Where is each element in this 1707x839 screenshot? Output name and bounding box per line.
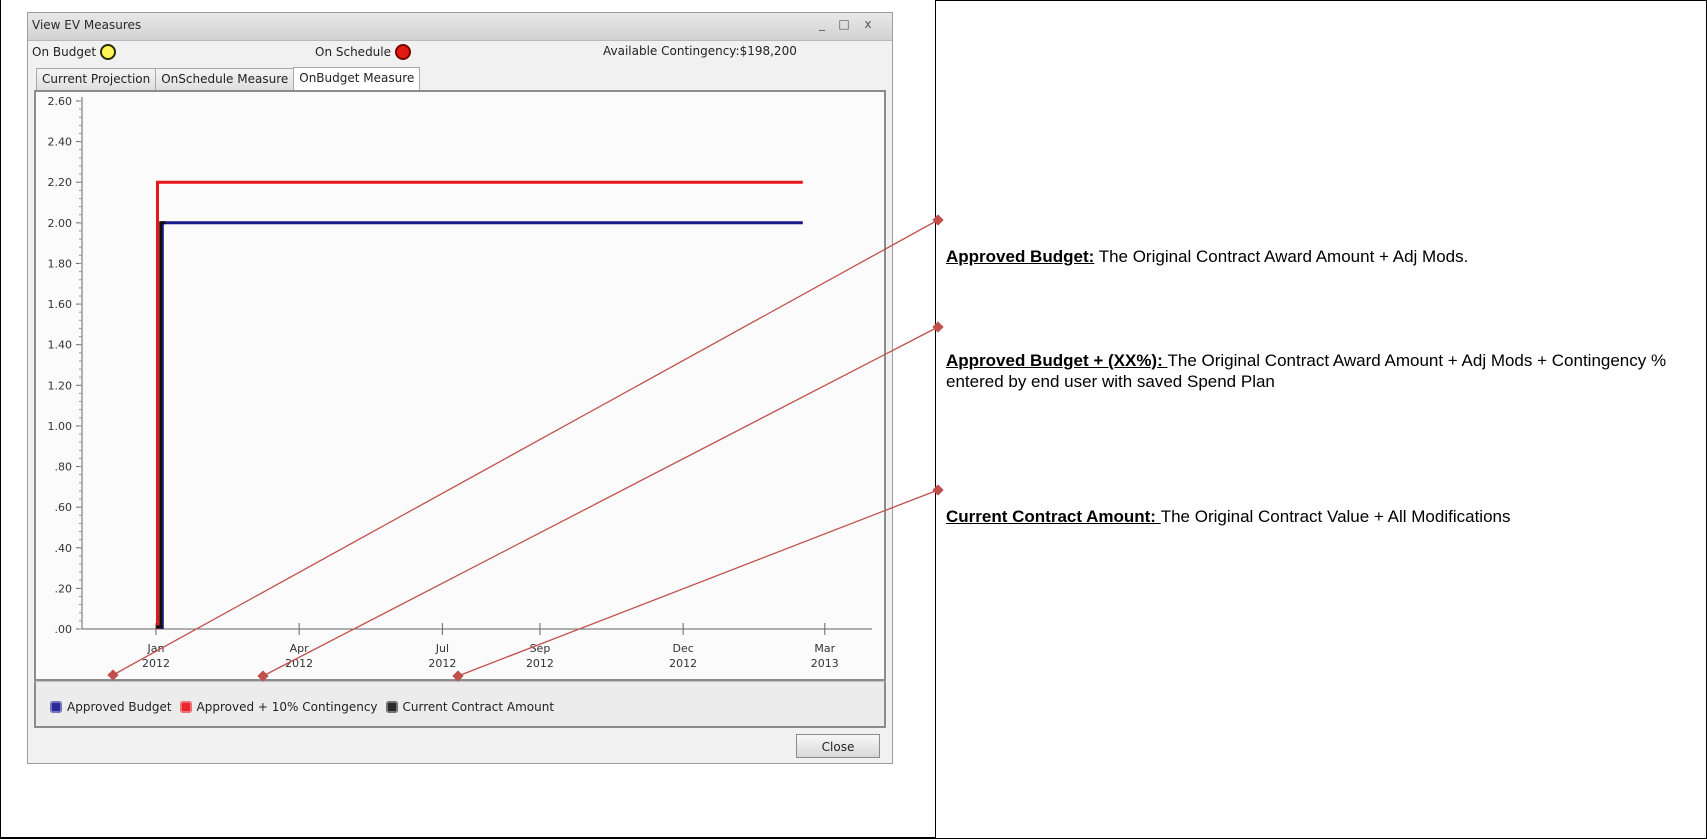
close-button[interactable]: Close [796, 734, 880, 758]
tab-onbudget-measure[interactable]: OnBudget Measure [293, 67, 421, 91]
x-tick-label-year: 2013 [811, 657, 839, 670]
legend-label: Current Contract Amount [402, 700, 555, 714]
y-tick-label: .80 [55, 461, 73, 474]
y-tick-label: 1.60 [48, 298, 73, 311]
y-tick-label: 2.40 [48, 136, 73, 149]
x-tick-label-year: 2012 [669, 657, 697, 670]
y-tick-label: 2.00 [48, 217, 73, 230]
annotation-text: The Original Contract Value + All Modifi… [1160, 507, 1511, 526]
annotation-term: Current Contract Amount: [946, 507, 1161, 526]
window-title: View EV Measures [32, 18, 142, 32]
table-border [0, 0, 1, 839]
y-tick-label: .00 [55, 623, 73, 636]
close-icon[interactable]: x [860, 17, 876, 31]
legend-swatch-icon [179, 701, 192, 713]
annotation-current-contract: Current Contract Amount: The Original Co… [946, 506, 1696, 527]
series-line [156, 180, 803, 629]
minimize-icon[interactable]: _ [814, 17, 830, 31]
legend-panel: Approved Budget Approved + 10% Contingen… [34, 681, 886, 728]
chart-panel: 2.60 2.40 2.20 2.00 1.80 1.60 1.40 1.20 1.00 .80.… [34, 90, 886, 681]
annotation-approved-budget-plus: Approved Budget + (XX%): The Original Co… [946, 350, 1696, 392]
x-tick-label-month: Jan [146, 642, 164, 655]
annotation-text: The Original Contract Award Amount + Adj… [1094, 247, 1469, 266]
chart-legend: Approved Budget Approved + 10% Contingen… [48, 700, 560, 714]
tab-onschedule-measure[interactable]: OnSchedule Measure [155, 68, 295, 90]
x-tick-label-year: 2012 [526, 657, 554, 670]
on-budget-indicator: On Budget [32, 44, 117, 60]
ev-measures-window: View EV Measures _ □ x On Budget On Sche… [27, 12, 893, 764]
tab-bar: Current Projection OnSchedule Measure On… [36, 67, 421, 91]
y-tick-label: 1.20 [48, 379, 73, 392]
status-dot-icon [100, 44, 117, 60]
y-tick-label: 2.20 [48, 176, 73, 189]
legend-label: Approved Budget [67, 700, 172, 714]
line-chart: 2.60 2.40 2.20 2.00 1.80 1.60 1.40 1.20 1.00 .80.… [48, 95, 872, 670]
maximize-icon[interactable]: □ [836, 17, 852, 31]
y-tick-label: .60 [55, 501, 73, 514]
x-tick-label-year: 2012 [285, 657, 313, 670]
y-tick-label: 2.60 [48, 95, 73, 108]
x-tick-label-month: Dec [673, 642, 694, 655]
legend-label: Approved + 10% Contingency [196, 700, 378, 714]
legend-item-current-contract: Current Contract Amount [384, 700, 554, 714]
legend-swatch-icon [385, 701, 398, 713]
available-contingency: Available Contingency:$198,200 [603, 44, 797, 58]
legend-item-approved-budget: Approved Budget [48, 700, 172, 714]
table-border [936, 0, 1707, 1]
legend-swatch-icon [50, 701, 62, 713]
window-titlebar[interactable]: View EV Measures _ □ x [28, 13, 892, 41]
x-tick-label-year: 2012 [142, 657, 170, 670]
x-tick-label-month: Mar [814, 642, 835, 655]
x-tick-label-month: Jul [435, 642, 449, 655]
annotation-term: Approved Budget: [946, 247, 1095, 266]
legend-item-approved-contingency: Approved + 10% Contingency [178, 700, 378, 714]
y-tick-label: .40 [55, 542, 73, 555]
y-tick-label: .20 [55, 582, 73, 595]
x-tick-label-year: 2012 [428, 657, 456, 670]
x-tick-label-month: Apr [290, 642, 310, 655]
y-tick-label: 1.80 [48, 257, 73, 270]
on-budget-label: On Budget [32, 45, 97, 59]
annotation-term: Approved Budget + (XX%): [946, 351, 1168, 370]
status-row: On Budget On Schedule Available Continge… [28, 41, 892, 63]
x-tick-label-month: Sep [530, 642, 551, 655]
on-schedule-label: On Schedule [315, 45, 392, 59]
tab-current-projection[interactable]: Current Projection [36, 68, 157, 90]
series-line [160, 221, 803, 629]
on-schedule-indicator: On Schedule [315, 44, 412, 60]
y-tick-label: 1.40 [48, 339, 73, 352]
annotation-approved-budget: Approved Budget: The Original Contract A… [946, 246, 1696, 267]
status-dot-icon [395, 44, 412, 60]
y-tick-label: 1.00 [48, 420, 73, 433]
